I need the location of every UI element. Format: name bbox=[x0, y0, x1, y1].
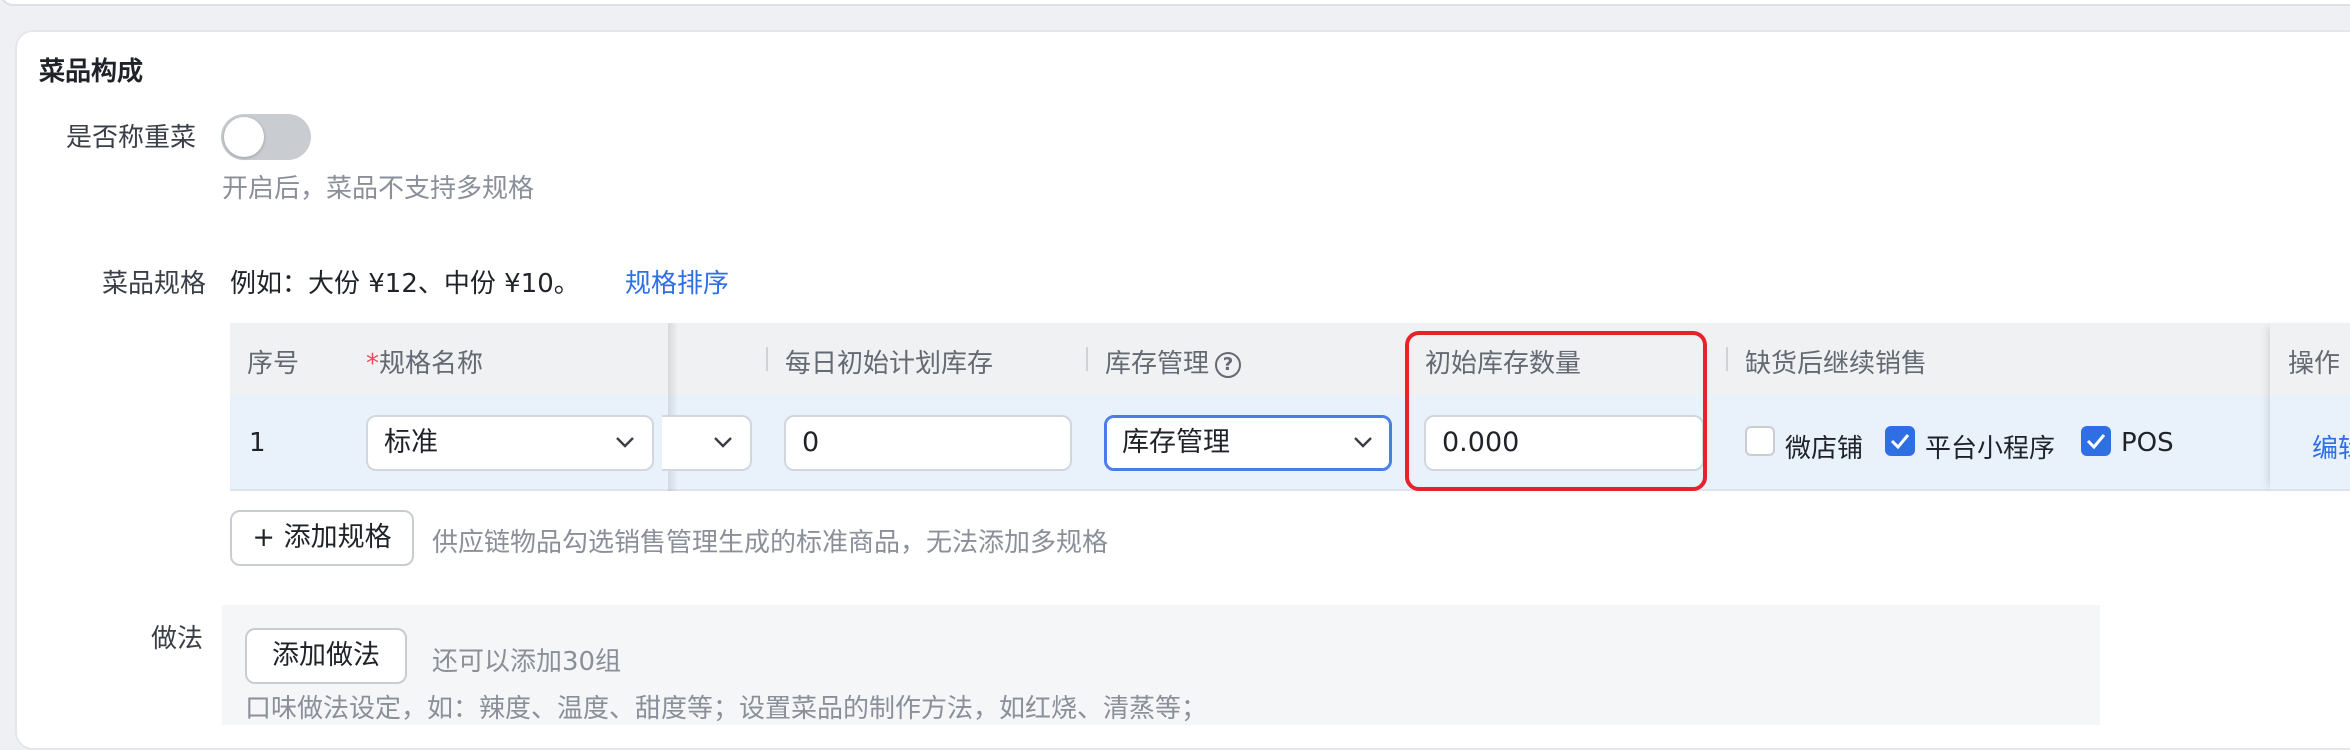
hidden-column-select[interactable] bbox=[662, 415, 752, 471]
method-label: 做法 bbox=[151, 624, 204, 654]
col-index-header: 序号 bbox=[247, 349, 300, 379]
spec-name-select[interactable]: 标准 bbox=[366, 415, 654, 471]
col-divider bbox=[1726, 347, 1728, 371]
channel-checkbox-weidianpu[interactable] bbox=[1745, 426, 1775, 456]
check-icon bbox=[1890, 434, 1910, 450]
col-continue-sale-header: 缺货后继续销售 bbox=[1745, 349, 1928, 379]
col-divider bbox=[766, 347, 768, 371]
col-divider bbox=[1086, 347, 1088, 371]
channel-label: 平台小程序 bbox=[1925, 434, 2056, 464]
daily-stock-input[interactable]: 0 bbox=[784, 415, 1072, 471]
col-name-header: *规格名称 bbox=[366, 343, 483, 380]
edit-link[interactable]: 编辑 bbox=[2312, 428, 2350, 465]
col-name-label: 规格名称 bbox=[379, 349, 484, 379]
col-init-stock-header: 初始库存数量 bbox=[1425, 349, 1582, 379]
init-stock-input[interactable]: 0.000 bbox=[1424, 415, 1704, 471]
chevron-down-icon bbox=[616, 437, 634, 448]
stock-mgmt-select[interactable]: 库存管理 bbox=[1104, 415, 1392, 471]
col-stock-mgmt-header: 库存管理? bbox=[1105, 343, 1242, 380]
spec-sort-link[interactable]: 规格排序 bbox=[625, 263, 729, 300]
channel-label: POS bbox=[2121, 428, 2174, 458]
method-remaining: 还可以添加30组 bbox=[432, 647, 622, 677]
question-circle-icon[interactable]: ? bbox=[1215, 351, 1242, 378]
channel-label: 微店铺 bbox=[1785, 434, 1864, 464]
ops-column-shadow bbox=[2270, 323, 2350, 491]
spec-label: 菜品规格 bbox=[102, 269, 207, 299]
col-stock-mgmt-label: 库存管理 bbox=[1105, 349, 1210, 379]
weigh-label: 是否称重菜 bbox=[66, 123, 197, 153]
row-index: 1 bbox=[249, 428, 266, 458]
method-description: 口味做法设定，如：辣度、温度、甜度等；设置菜品的制作方法，如红烧、清蒸等； bbox=[245, 694, 1208, 724]
add-method-button[interactable]: 添加做法 bbox=[245, 628, 407, 684]
chevron-down-icon bbox=[1354, 437, 1372, 448]
spec-table-header bbox=[230, 323, 2350, 395]
spec-name-value: 标准 bbox=[384, 427, 438, 458]
spec-example: 例如：大份 ¥12、中份 ¥10。 bbox=[230, 269, 580, 299]
check-icon bbox=[2086, 434, 2106, 450]
channel-checkbox-miniprogram[interactable] bbox=[1885, 426, 1915, 456]
add-spec-button[interactable]: + 添加规格 bbox=[230, 510, 414, 566]
col-daily-stock-header: 每日初始计划库存 bbox=[785, 349, 994, 379]
add-spec-hint: 供应链物品勾选销售管理生成的标准商品，无法添加多规格 bbox=[432, 528, 1109, 558]
weigh-toggle[interactable] bbox=[221, 114, 311, 160]
section-title: 菜品构成 bbox=[39, 57, 144, 87]
weigh-hint: 开启后，菜品不支持多规格 bbox=[222, 174, 535, 204]
stock-mgmt-value: 库存管理 bbox=[1122, 427, 1230, 458]
previous-card-edge bbox=[0, 0, 2350, 6]
chevron-down-icon bbox=[714, 437, 732, 448]
required-mark: * bbox=[366, 349, 379, 379]
toggle-knob bbox=[224, 117, 264, 157]
channel-checkbox-pos[interactable] bbox=[2081, 426, 2111, 456]
